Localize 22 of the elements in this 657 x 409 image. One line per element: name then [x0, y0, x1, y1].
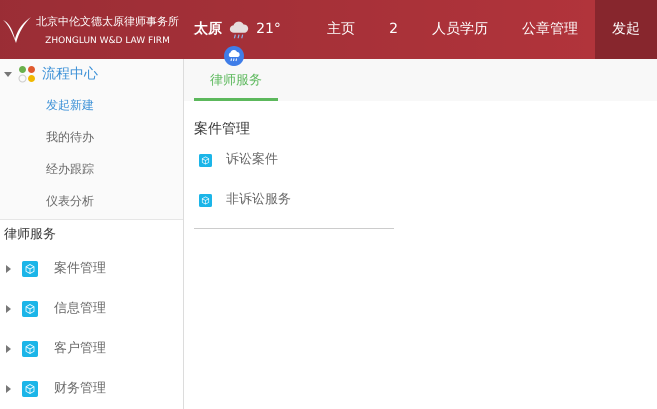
workflow-menu-item[interactable]: 发起新建 — [0, 89, 183, 122]
menu-group-item[interactable]: 信息管理 — [0, 289, 183, 329]
firm-name-english: ZHONGLUN W&D LAW FIRM — [45, 35, 170, 47]
nav-item[interactable]: 公章管理 — [505, 0, 595, 59]
section-heading: 案件管理 — [194, 120, 251, 139]
menu-link[interactable]: 诉讼案件 — [194, 140, 394, 180]
nav-item[interactable]: 人员学历 — [415, 0, 505, 59]
menu-group-item[interactable]: 财务管理 — [0, 369, 183, 409]
temperature: 21° — [256, 20, 281, 39]
section-title: 律师服务 — [0, 220, 183, 249]
workflow-center-item[interactable]: 流程中心 — [0, 59, 183, 90]
weather-city: 太原 — [194, 20, 222, 39]
nav-item[interactable]: 2 — [372, 0, 415, 59]
firm-name: 北京中伦文德太原律师事务所 — [36, 14, 179, 30]
menu-group-item[interactable]: 案件管理 — [0, 249, 183, 289]
workflow-menu-item[interactable]: 我的待办 — [0, 121, 183, 154]
nav-item[interactable]: 主页 — [310, 0, 372, 59]
menu-link[interactable]: 非诉讼服务 — [194, 180, 394, 220]
nav-item[interactable]: 发起 — [595, 0, 657, 59]
menu-group-item[interactable]: 客户管理 — [0, 329, 183, 369]
workflow-menu-item[interactable]: 仪表分析 — [0, 185, 183, 218]
workflow-menu-item[interactable]: 经办跟踪 — [0, 153, 183, 186]
